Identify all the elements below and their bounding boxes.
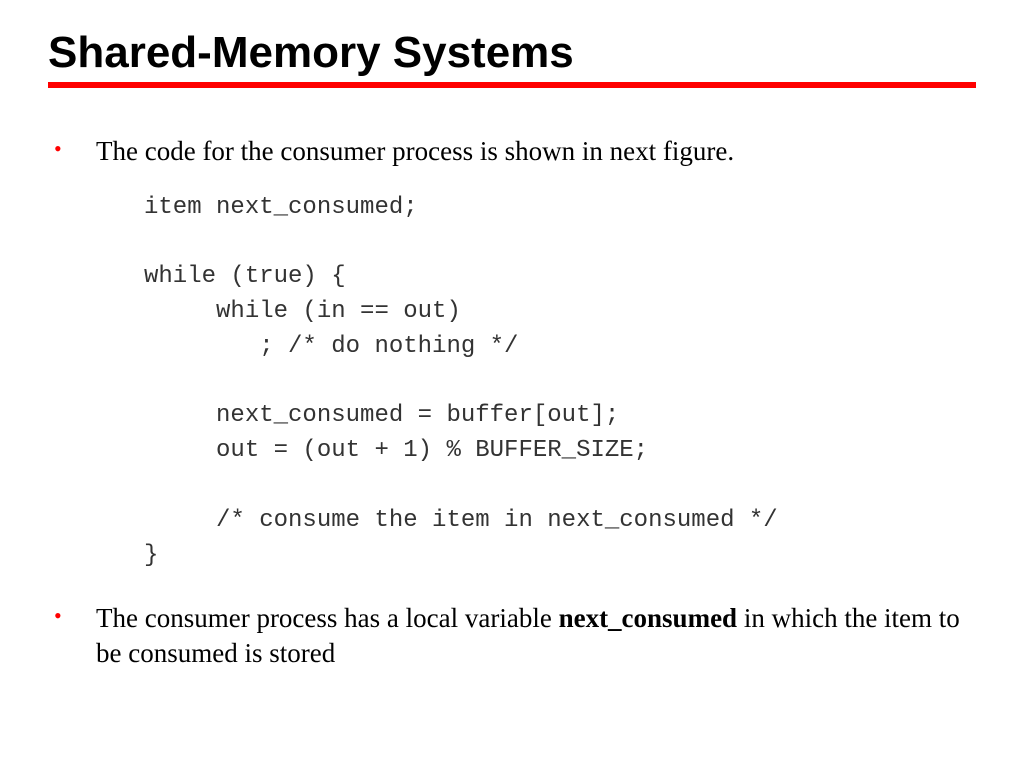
bullet-dot-icon: • xyxy=(48,601,96,631)
bullet-text: The consumer process has a local variabl… xyxy=(96,601,976,670)
bullet-dot-icon: • xyxy=(48,134,96,164)
code-block: item next_consumed; while (true) { while… xyxy=(144,191,976,574)
bullet-item: • The code for the consumer process is s… xyxy=(48,134,976,169)
title-underline xyxy=(48,82,976,88)
bullet-text: The code for the consumer process is sho… xyxy=(96,134,976,169)
bullet-text-bold: next_consumed xyxy=(559,603,738,633)
bullet-item: • The consumer process has a local varia… xyxy=(48,601,976,670)
slide-title: Shared-Memory Systems xyxy=(48,28,976,78)
slide-body: • The code for the consumer process is s… xyxy=(48,134,976,670)
slide: Shared-Memory Systems • The code for the… xyxy=(0,0,1024,768)
bullet-text-pre: The consumer process has a local variabl… xyxy=(96,603,559,633)
